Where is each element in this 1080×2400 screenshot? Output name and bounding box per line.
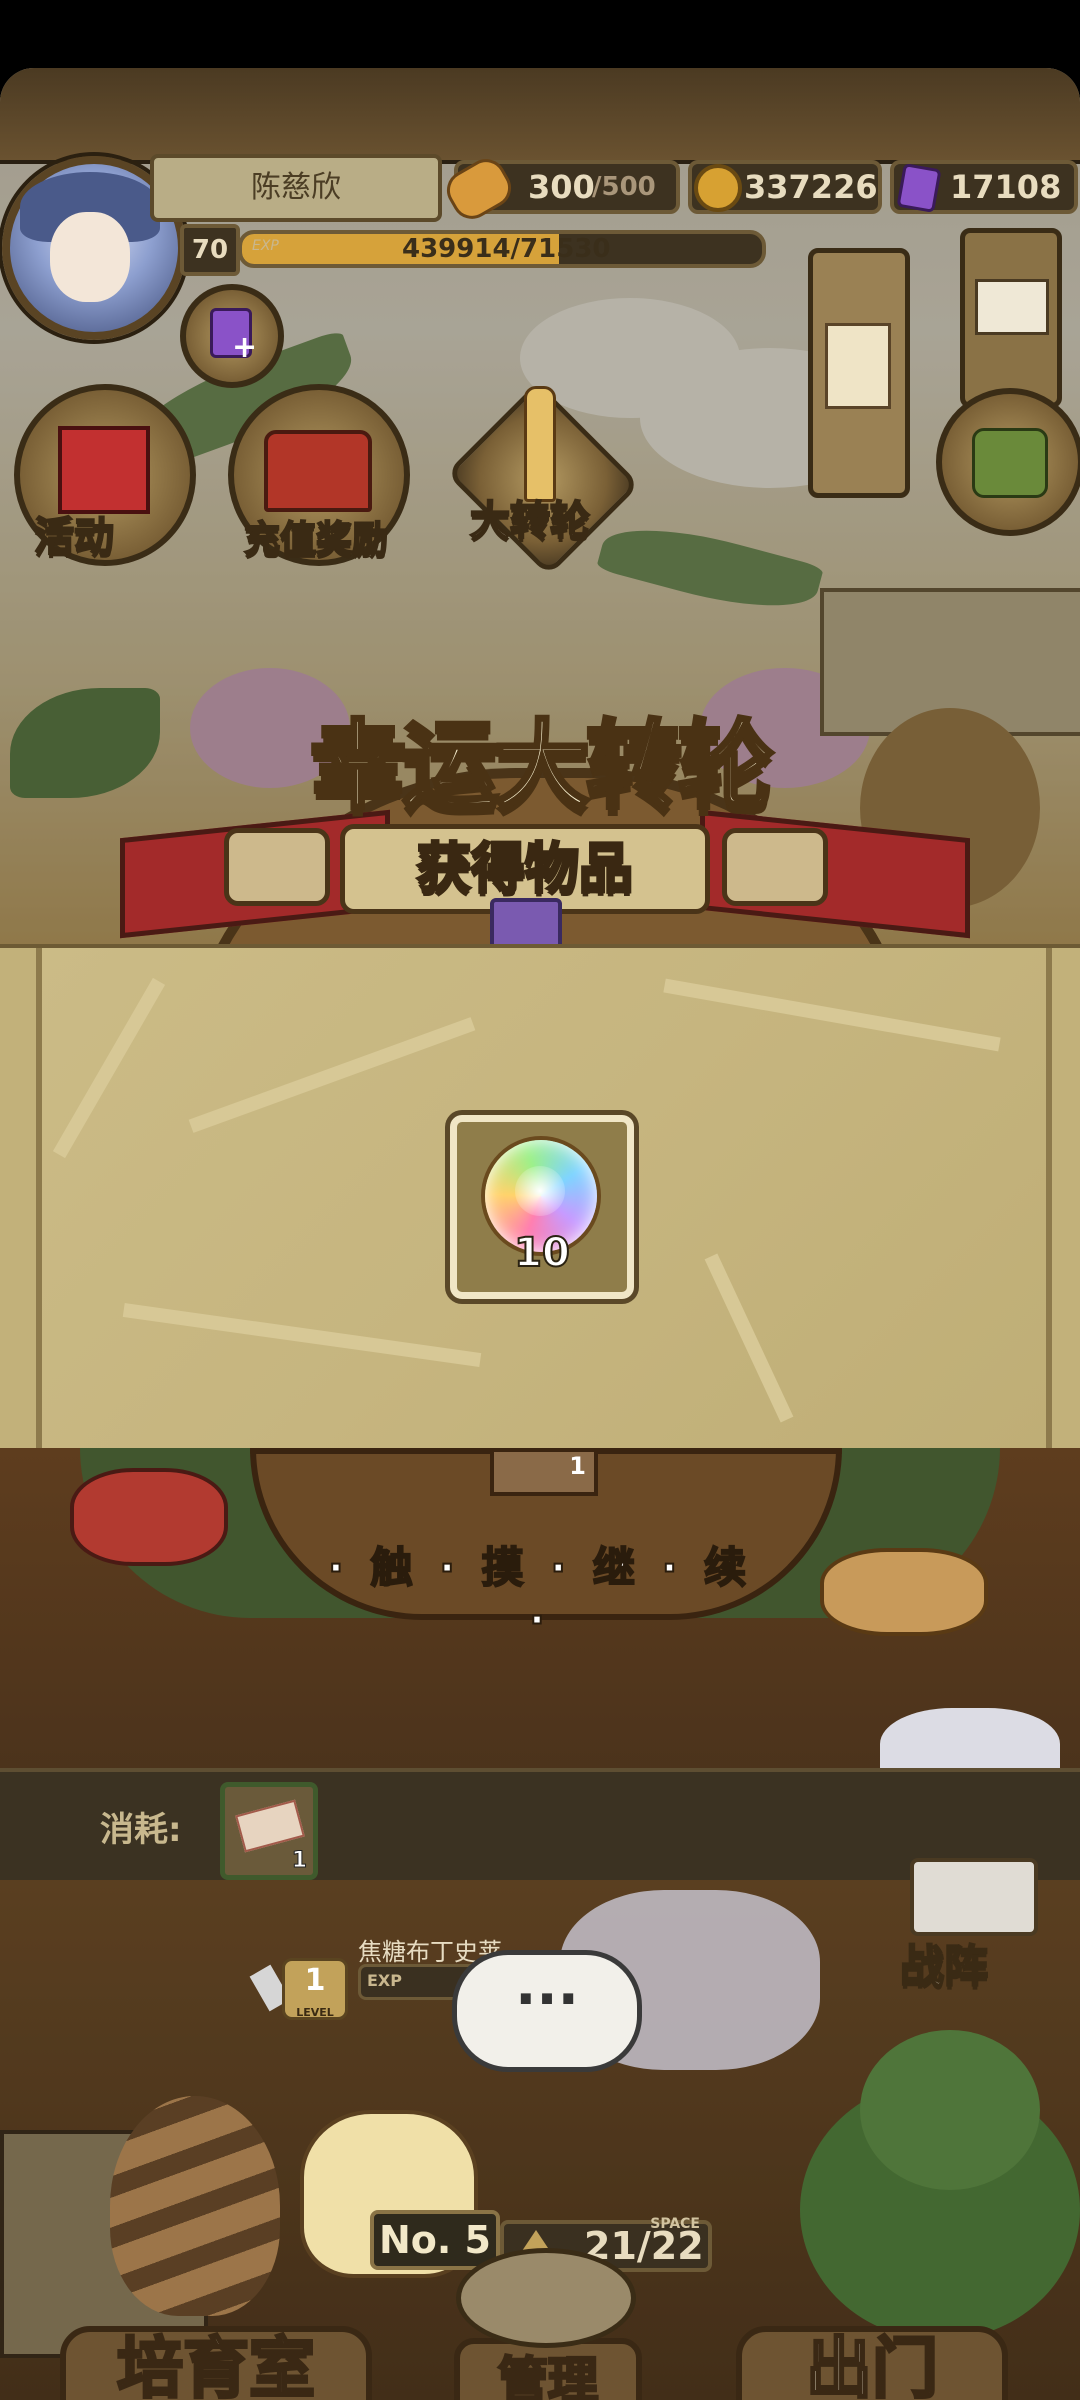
- mail-button[interactable]: [960, 228, 1062, 408]
- title-pill-left: [224, 828, 330, 906]
- space-label: SPACE: [650, 2216, 700, 2232]
- formation-button[interactable]: 战阵: [880, 1858, 1070, 2008]
- player-name: 陈慈欣: [150, 154, 442, 222]
- gem-counter[interactable]: 17108: [890, 160, 1078, 214]
- gold-coin-icon: [694, 164, 742, 212]
- wheel-pointer-icon: [524, 386, 556, 502]
- reward-panel[interactable]: 10: [0, 944, 1080, 1456]
- gold-counter[interactable]: 337226: [688, 160, 882, 214]
- consume-label: 消耗:: [100, 1810, 182, 1850]
- plant-decor: [10, 688, 160, 798]
- farm-number: No. 5: [370, 2210, 500, 2270]
- palm-decor: [595, 510, 825, 626]
- pet-level: 1: [304, 1963, 326, 1998]
- reward-item-slot[interactable]: 10: [450, 1115, 634, 1299]
- wheel-ticket-slot: 1: [490, 1448, 598, 1496]
- buy-gems-button[interactable]: +: [180, 284, 284, 388]
- raccoon-tail-decor: [110, 2096, 280, 2316]
- stamina-counter[interactable]: 300 /500: [439, 151, 680, 227]
- speech-bubble[interactable]: ···: [452, 1950, 642, 2072]
- pet-exp-label: EXP: [367, 1971, 402, 1990]
- big-wheel-label: 大转轮: [469, 497, 591, 545]
- gold-value: 337226: [744, 168, 878, 206]
- ticket-icon: [235, 1799, 305, 1853]
- plus-icon: +: [232, 330, 258, 365]
- pet-level-badge: 1 LEVEL: [282, 1958, 348, 2020]
- panel-pattern: [188, 1017, 476, 1133]
- keys-icon: [456, 2248, 636, 2348]
- player-exp-bar: EXP 439914/71530: [238, 230, 766, 268]
- wheel-ticket-count: 1: [569, 1452, 586, 1480]
- wheel-base-scene[interactable]: 1 · 触 · 摸 · 继 · 续 ·: [0, 1448, 1080, 1800]
- panel-pattern: [52, 977, 166, 1159]
- avatar-face: [50, 212, 130, 302]
- gem-value: 17108: [950, 168, 1062, 206]
- formation-icon: [910, 1858, 1038, 1936]
- top-frame: [0, 68, 1080, 164]
- recharge-reward-label: 充值奖励: [243, 518, 389, 561]
- pet-level-label: LEVEL: [296, 2006, 334, 2019]
- wheel-ticket-item[interactable]: 1: [220, 1782, 318, 1880]
- stamina-value: 300: [528, 168, 595, 206]
- reward-item-count: 10: [513, 1229, 571, 1277]
- speech-text: ···: [515, 1967, 579, 2032]
- title-pill-right: [722, 828, 828, 906]
- game-screen: 陈慈欣 300 /500 337226 17108 70 EXP 439914/…: [0, 68, 1080, 2400]
- nursery-button[interactable]: 培育室: [60, 2326, 372, 2400]
- ticket-count: 1: [291, 1848, 307, 1874]
- treasure-chest-icon: [264, 430, 372, 512]
- purple-gem-icon: [896, 163, 942, 213]
- exp-label: EXP: [252, 238, 279, 254]
- tree-decor: [860, 2030, 1040, 2190]
- touch-to-continue[interactable]: · 触 · 摸 · 继 · 续 ·: [310, 1534, 770, 1645]
- stamina-max: /500: [592, 172, 656, 202]
- formation-label: 战阵: [899, 1940, 989, 1993]
- player-level: 70: [180, 224, 240, 276]
- panel-pattern: [704, 1253, 794, 1423]
- gift-icon: [58, 426, 150, 514]
- glove-decor: [70, 1468, 228, 1566]
- exp-value: 439914/71530: [402, 234, 611, 264]
- scroll-icon: [825, 323, 891, 409]
- backpack-icon: [972, 428, 1048, 498]
- exit-button[interactable]: 出门: [736, 2326, 1008, 2400]
- envelope-icon: [975, 279, 1049, 335]
- bag-button[interactable]: [936, 388, 1080, 536]
- bread-decor: [820, 1548, 988, 1636]
- panel-pattern: [663, 978, 1001, 1052]
- quest-scroll-button[interactable]: [808, 248, 910, 498]
- panel-pattern: [122, 1303, 482, 1367]
- lucky-wheel-title: 幸运大转轮: [308, 708, 776, 824]
- activity-label: 活动: [33, 513, 115, 561]
